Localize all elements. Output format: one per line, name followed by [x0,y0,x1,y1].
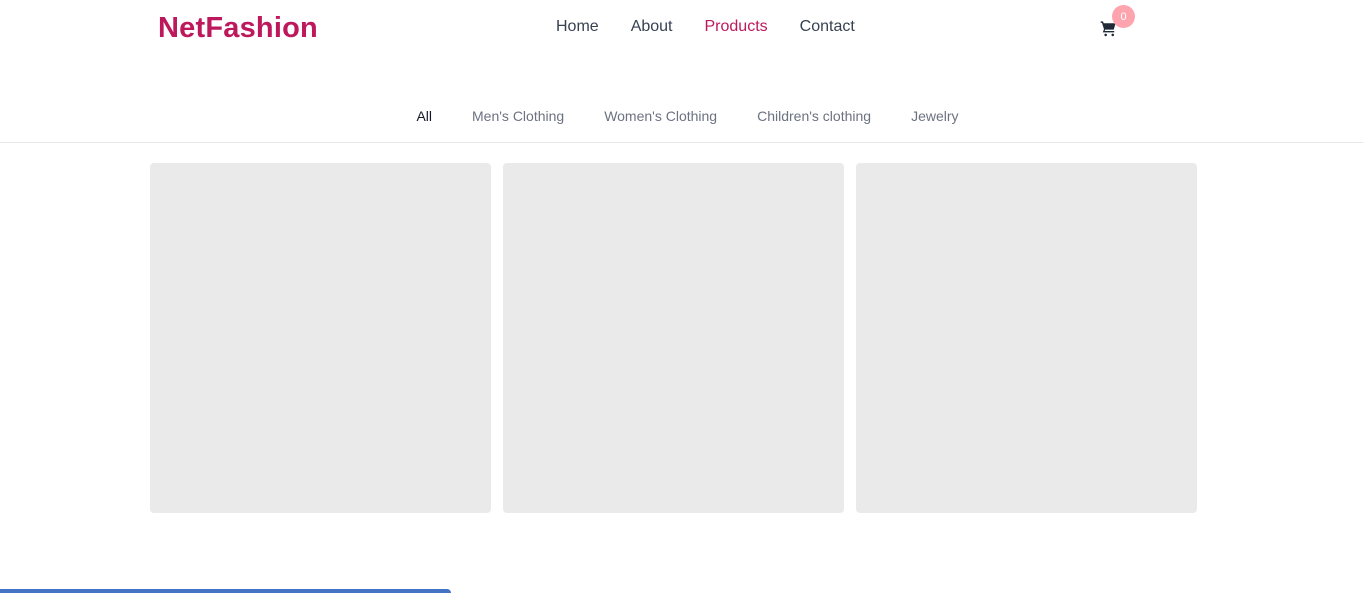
tab-childrens-clothing[interactable]: Children's clothing [757,102,871,142]
nav-about[interactable]: About [631,18,673,36]
cart-button[interactable]: 0 [1100,5,1135,40]
nav-home[interactable]: Home [556,18,599,36]
nav-products[interactable]: Products [705,18,768,36]
tab-mens-clothing[interactable]: Men's Clothing [472,102,564,142]
product-card-skeleton [503,163,844,513]
category-tabs: All Men's Clothing Women's Clothing Chil… [0,102,1363,143]
logo[interactable]: NetFashion [158,12,318,45]
main-nav: Home About Products Contact [556,18,855,36]
nav-contact[interactable]: Contact [800,18,855,36]
tab-womens-clothing[interactable]: Women's Clothing [604,102,717,142]
product-grid [150,163,1197,513]
product-card-skeleton [150,163,491,513]
bottom-bar [0,589,451,593]
site-header: NetFashion Home About Products Contact 0 [0,0,1363,60]
tab-jewelry[interactable]: Jewelry [911,102,958,142]
cart-count-badge: 0 [1112,5,1135,28]
product-card-skeleton [856,163,1197,513]
tab-all[interactable]: All [416,102,432,142]
